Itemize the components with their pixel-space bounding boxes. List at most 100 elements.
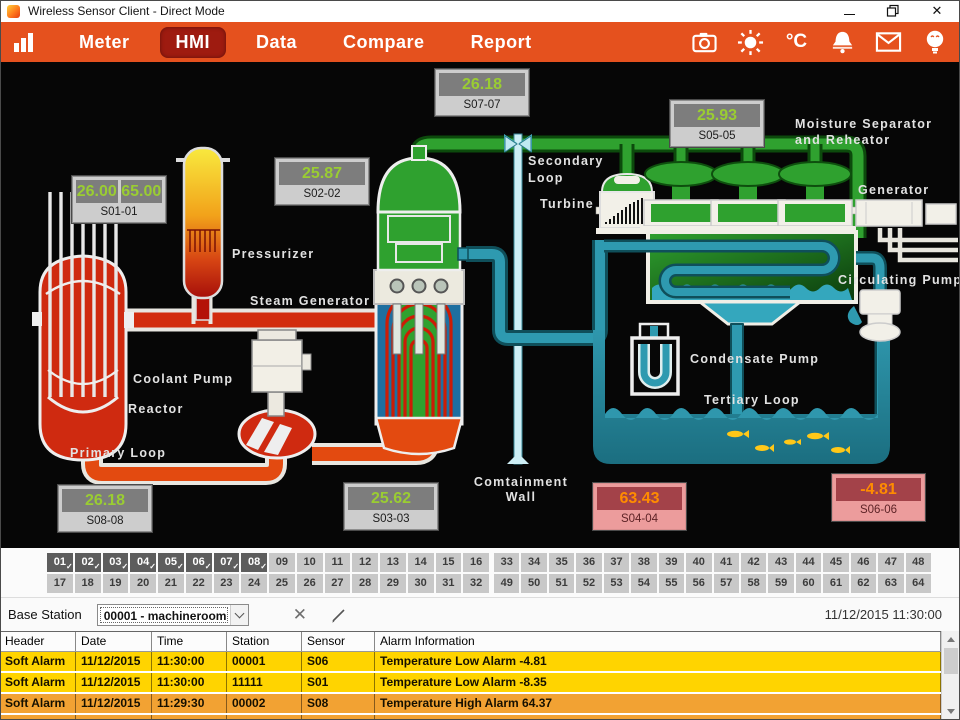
station-cell-36[interactable]: 36 [576,553,601,572]
sensor-id-label: S08-08 [62,514,148,528]
station-cell-41[interactable]: 41 [714,553,739,572]
station-cell-09[interactable]: 09 [269,553,295,572]
brightness-icon[interactable] [737,29,764,56]
station-cell-45[interactable]: 45 [823,553,848,572]
station-cell-23[interactable]: 23 [214,574,240,593]
station-cell-03[interactable]: 03✓ [103,553,129,572]
dropdown-arrow-icon[interactable] [230,605,248,625]
station-cell-52[interactable]: 52 [576,574,601,593]
station-cell-16[interactable]: 16 [463,553,489,572]
station-cell-51[interactable]: 51 [549,574,574,593]
station-cell-42[interactable]: 42 [741,553,766,572]
station-cell-22[interactable]: 22 [186,574,212,593]
station-cell-21[interactable]: 21 [158,574,184,593]
nav-tab-meter[interactable]: Meter [63,27,146,58]
alarm-row[interactable]: Soft Alarm11/12/201511:30:0011111S01Temp… [0,673,941,692]
edit-button[interactable] [329,606,347,624]
station-cell-08[interactable]: 08✓ [241,553,267,572]
station-cell-50[interactable]: 50 [521,574,546,593]
station-cell-40[interactable]: 40 [686,553,711,572]
station-cell-60[interactable]: 60 [796,574,821,593]
scrollbar-thumb[interactable] [944,648,958,674]
station-cell-19[interactable]: 19 [103,574,129,593]
station-cell-34[interactable]: 34 [521,553,546,572]
station-cell-33[interactable]: 33 [494,553,519,572]
clear-button[interactable]: ✕ [293,605,307,625]
alarm-cell: 00002 [227,694,302,713]
station-cell-47[interactable]: 47 [878,553,903,572]
bar-chart-icon[interactable] [14,32,33,52]
station-cell-44[interactable]: 44 [796,553,821,572]
station-cell-32[interactable]: 32 [463,574,489,593]
station-cell-54[interactable]: 54 [631,574,656,593]
station-cell-61[interactable]: 61 [823,574,848,593]
station-cell-25[interactable]: 25 [269,574,295,593]
station-cell-43[interactable]: 43 [768,553,793,572]
alarm-cell: Temperature Low Alarm -8.35 [375,673,941,692]
camera-icon[interactable] [691,29,718,56]
station-cell-64[interactable]: 64 [906,574,931,593]
table-scrollbar[interactable] [941,631,960,720]
alarm-cell: S08 [302,694,375,713]
restore-button[interactable] [886,4,900,18]
station-cell-38[interactable]: 38 [631,553,656,572]
alarm-bell-icon[interactable] [829,29,856,56]
alarm-cell: 11/12/2015 [76,652,152,671]
station-cell-10[interactable]: 10 [297,553,323,572]
base-station-dropdown[interactable]: 00001 - machineroom [97,604,249,626]
nav-tab-hmi[interactable]: HMI [160,27,227,58]
station-cell-04[interactable]: 04✓ [130,553,156,572]
station-cell-07[interactable]: 07✓ [214,553,240,572]
station-cell-13[interactable]: 13 [380,553,406,572]
alarm-table: HeaderDateTimeStationSensorAlarm Informa… [0,631,941,720]
station-cell-63[interactable]: 63 [878,574,903,593]
scroll-down-icon[interactable] [947,709,955,714]
station-cell-27[interactable]: 27 [325,574,351,593]
station-cell-17[interactable]: 17 [47,574,73,593]
sensor-value: 25.87 [279,162,365,185]
scroll-up-icon[interactable] [947,637,955,642]
alarm-row[interactable]: Soft Alarm11/12/201511:30:0000001S06Temp… [0,652,941,671]
station-cell-49[interactable]: 49 [494,574,519,593]
station-cell-14[interactable]: 14 [408,553,434,572]
station-cell-11[interactable]: 11 [325,553,351,572]
station-cell-53[interactable]: 53 [604,574,629,593]
station-cell-24[interactable]: 24 [241,574,267,593]
station-cell-05[interactable]: 05✓ [158,553,184,572]
mail-icon[interactable] [875,29,902,56]
station-cell-15[interactable]: 15 [436,553,462,572]
station-cell-57[interactable]: 57 [714,574,739,593]
sensor-value: 26.18 [62,489,148,512]
station-cell-02[interactable]: 02✓ [75,553,101,572]
station-cell-01[interactable]: 01✓ [47,553,73,572]
station-cell-06[interactable]: 06✓ [186,553,212,572]
station-cell-48[interactable]: 48 [906,553,931,572]
station-cell-31[interactable]: 31 [436,574,462,593]
alarm-row[interactable]: Soft Alarm11/12/201511:29:3000002S08Temp… [0,694,941,713]
station-cell-30[interactable]: 30 [408,574,434,593]
station-cell-29[interactable]: 29 [380,574,406,593]
station-cell-37[interactable]: 37 [604,553,629,572]
minimize-button[interactable] [842,4,856,18]
station-cell-20[interactable]: 20 [130,574,156,593]
station-cell-56[interactable]: 56 [686,574,711,593]
station-cell-59[interactable]: 59 [768,574,793,593]
station-cell-35[interactable]: 35 [549,553,574,572]
bulb-icon[interactable] [921,29,948,56]
station-cell-62[interactable]: 62 [851,574,876,593]
alarm-row[interactable] [0,715,941,720]
station-cell-26[interactable]: 26 [297,574,323,593]
station-cell-12[interactable]: 12 [352,553,378,572]
nav-tab-report[interactable]: Report [455,27,548,58]
nav-tab-data[interactable]: Data [240,27,313,58]
station-cell-28[interactable]: 28 [352,574,378,593]
close-button[interactable]: ✕ [930,4,944,18]
station-cell-55[interactable]: 55 [659,574,684,593]
nav-tab-compare[interactable]: Compare [327,27,441,58]
station-cell-58[interactable]: 58 [741,574,766,593]
station-cell-18[interactable]: 18 [75,574,101,593]
celsius-icon[interactable]: °C [783,29,810,56]
station-cell-39[interactable]: 39 [659,553,684,572]
alarm-cell [152,715,227,720]
station-cell-46[interactable]: 46 [851,553,876,572]
